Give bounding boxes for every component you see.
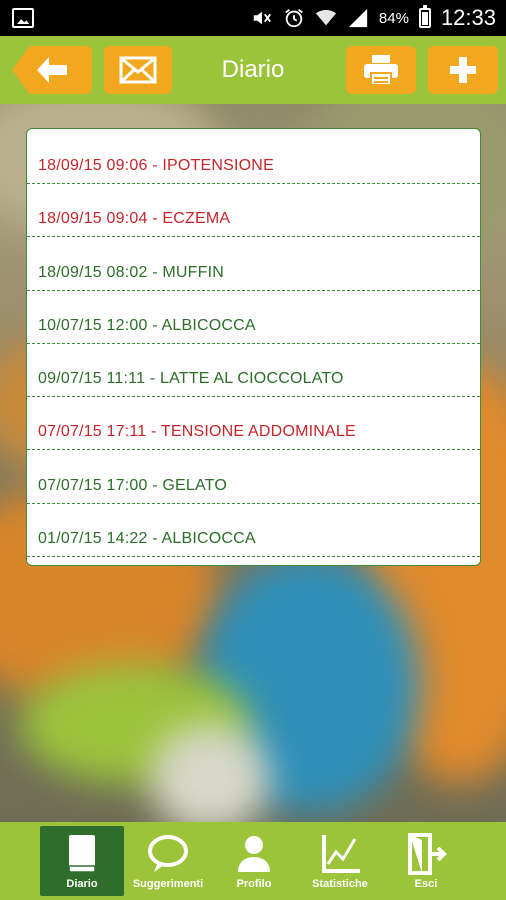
exit-door-icon <box>408 833 447 875</box>
status-bar: 84% 12:33 <box>0 0 506 36</box>
nav-item-diario[interactable]: Diario <box>40 826 124 896</box>
back-button[interactable] <box>12 46 92 94</box>
add-entry-button[interactable] <box>428 46 498 94</box>
person-icon <box>238 836 270 872</box>
email-button[interactable] <box>104 46 172 94</box>
status-icons: 84% 12:33 <box>251 4 496 32</box>
battery-percent: 84% <box>378 9 409 27</box>
diary-entry[interactable]: 01/07/15 14:22 - ALBICOCCA <box>27 504 480 557</box>
wifi-icon <box>315 9 336 26</box>
diary-entry[interactable]: 07/07/15 17:00 - GELATO <box>27 450 480 504</box>
diary-entry[interactable]: 18/09/15 09:06 - IPOTENSIONE <box>27 129 480 184</box>
back-arrow-icon <box>37 57 67 83</box>
mute-icon <box>253 11 271 25</box>
diary-entry[interactable]: 18/09/15 08:02 - MUFFIN <box>27 237 480 291</box>
alarm-icon <box>285 9 303 28</box>
print-icon <box>364 55 398 86</box>
book-icon <box>68 835 96 873</box>
nav-item-statistiche[interactable]: Statistiche <box>298 826 382 896</box>
print-button[interactable] <box>346 46 416 94</box>
speech-bubble-icon <box>148 835 188 872</box>
nav-item-suggerimenti[interactable]: Suggerimenti <box>126 826 210 896</box>
diary-list: 18/09/15 09:06 - IPOTENSIONE 18/09/15 09… <box>26 128 481 566</box>
nav-item-profilo[interactable]: Profilo <box>212 826 296 896</box>
nav-item-esci[interactable]: Esci <box>384 826 468 896</box>
signal-icon <box>348 8 368 28</box>
diary-entry[interactable]: 10/07/15 12:00 - ALBICOCCA <box>27 291 480 344</box>
gallery-icon <box>12 8 34 28</box>
chart-icon <box>322 835 360 873</box>
clock: 12:33 <box>440 5 496 30</box>
page-title: Diario <box>221 56 285 83</box>
bottom-navigation: Diario Suggerimenti Profilo Statistiche … <box>0 822 506 900</box>
mail-icon <box>119 56 157 84</box>
plus-icon <box>450 57 476 83</box>
battery-icon <box>418 5 431 28</box>
diary-entry[interactable]: 18/09/15 09:04 - ECZEMA <box>27 184 480 238</box>
diary-entry[interactable]: 09/07/15 11:11 - LATTE AL CIOCCOLATO <box>27 344 480 397</box>
app-header: Diario <box>0 36 506 104</box>
diary-entry[interactable]: 07/07/15 17:11 - TENSIONE ADDOMINALE <box>27 397 480 451</box>
